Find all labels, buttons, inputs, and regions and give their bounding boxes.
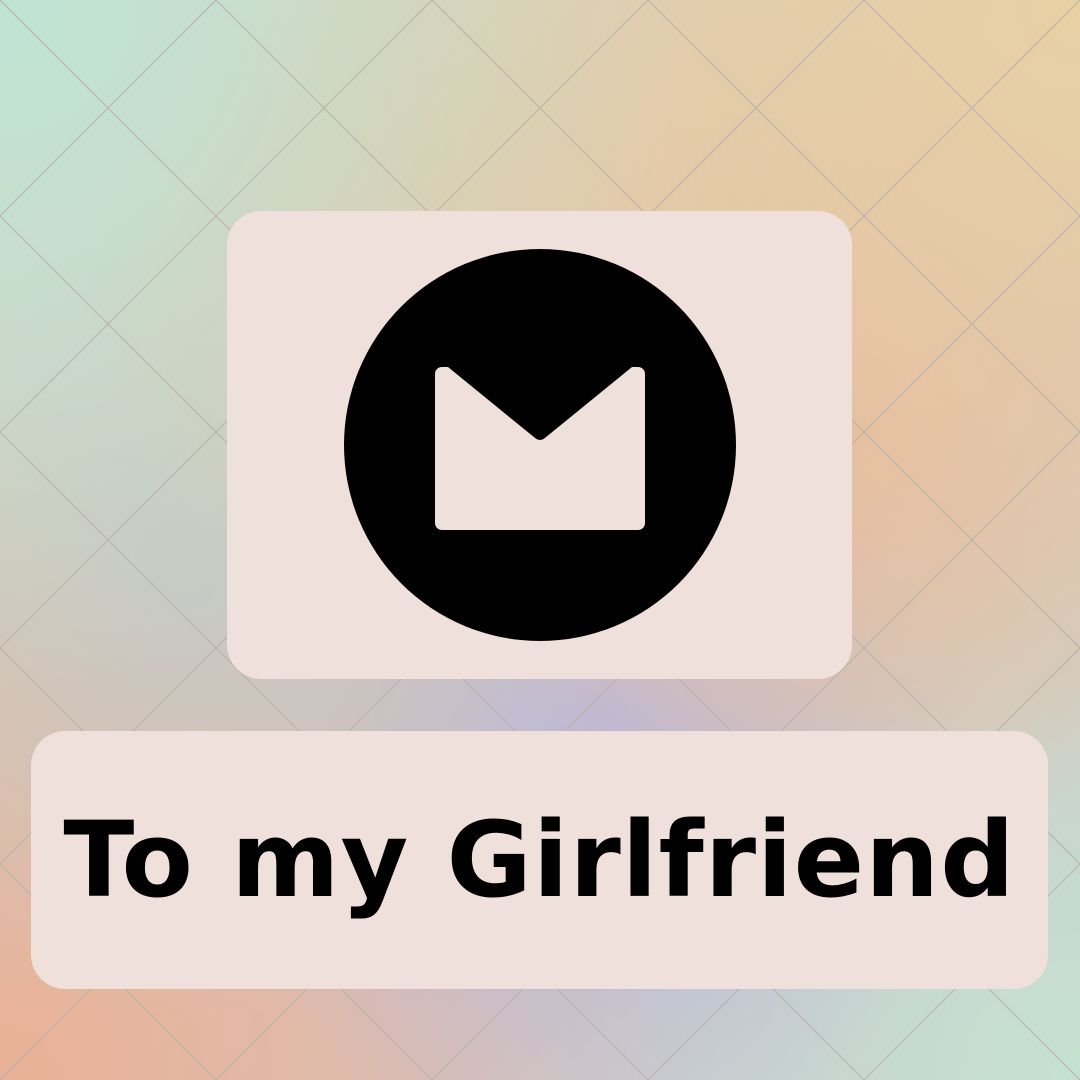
- title-card: To my Girlfriend: [31, 731, 1048, 989]
- page-title: To my Girlfriend: [63, 799, 1016, 921]
- mail-envelope-icon: [344, 249, 736, 641]
